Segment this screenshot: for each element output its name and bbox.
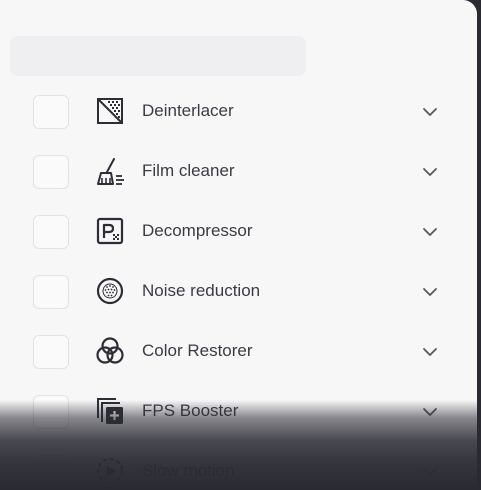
broom-icon xyxy=(94,156,128,188)
chevron-down-icon[interactable] xyxy=(419,282,441,302)
filter-checkbox[interactable] xyxy=(33,335,69,369)
color-circles-icon xyxy=(94,336,128,368)
filter-row-fps-booster[interactable]: FPS Booster xyxy=(0,382,477,442)
filter-list: Deinterlacer Film cleaner Decompressor N… xyxy=(0,82,477,490)
filter-checkbox[interactable] xyxy=(33,395,69,429)
filter-label: Decompressor xyxy=(142,221,253,240)
filter-checkbox[interactable] xyxy=(33,155,69,189)
filter-label: Slow motion xyxy=(142,461,235,480)
filter-label: Deinterlacer xyxy=(142,101,234,120)
filter-row-slow-motion[interactable]: Slow motion xyxy=(0,442,477,490)
chevron-down-icon[interactable] xyxy=(419,102,441,122)
decompressor-icon xyxy=(94,216,128,248)
slow-motion-icon xyxy=(94,456,128,488)
filter-label: Noise reduction xyxy=(142,281,261,300)
chevron-down-icon[interactable] xyxy=(419,162,441,182)
filter-row-noise-reduction[interactable]: Noise reduction xyxy=(0,262,477,322)
filter-row-film-cleaner[interactable]: Film cleaner xyxy=(0,142,477,202)
chevron-down-icon[interactable] xyxy=(419,342,441,362)
filter-row-decompressor[interactable]: Decompressor xyxy=(0,202,477,262)
deinterlacer-icon xyxy=(94,96,128,128)
filter-row-color-restorer[interactable]: Color Restorer xyxy=(0,322,477,382)
fps-booster-icon xyxy=(94,396,128,428)
filters-panel: Deinterlacer Film cleaner Decompressor N… xyxy=(0,0,477,490)
filter-checkbox[interactable] xyxy=(33,275,69,309)
noise-icon xyxy=(94,276,128,308)
chevron-down-icon[interactable] xyxy=(419,222,441,242)
chevron-down-icon[interactable] xyxy=(419,462,441,482)
filter-checkbox[interactable] xyxy=(33,455,69,489)
filter-label: Color Restorer xyxy=(142,341,253,360)
search-bar[interactable] xyxy=(10,36,306,76)
filter-label: FPS Booster xyxy=(142,401,239,420)
filter-checkbox[interactable] xyxy=(33,215,69,249)
chevron-down-icon[interactable] xyxy=(419,402,441,422)
filter-checkbox[interactable] xyxy=(33,95,69,129)
filter-label: Film cleaner xyxy=(142,161,235,180)
filter-row-deinterlacer[interactable]: Deinterlacer xyxy=(0,82,477,142)
